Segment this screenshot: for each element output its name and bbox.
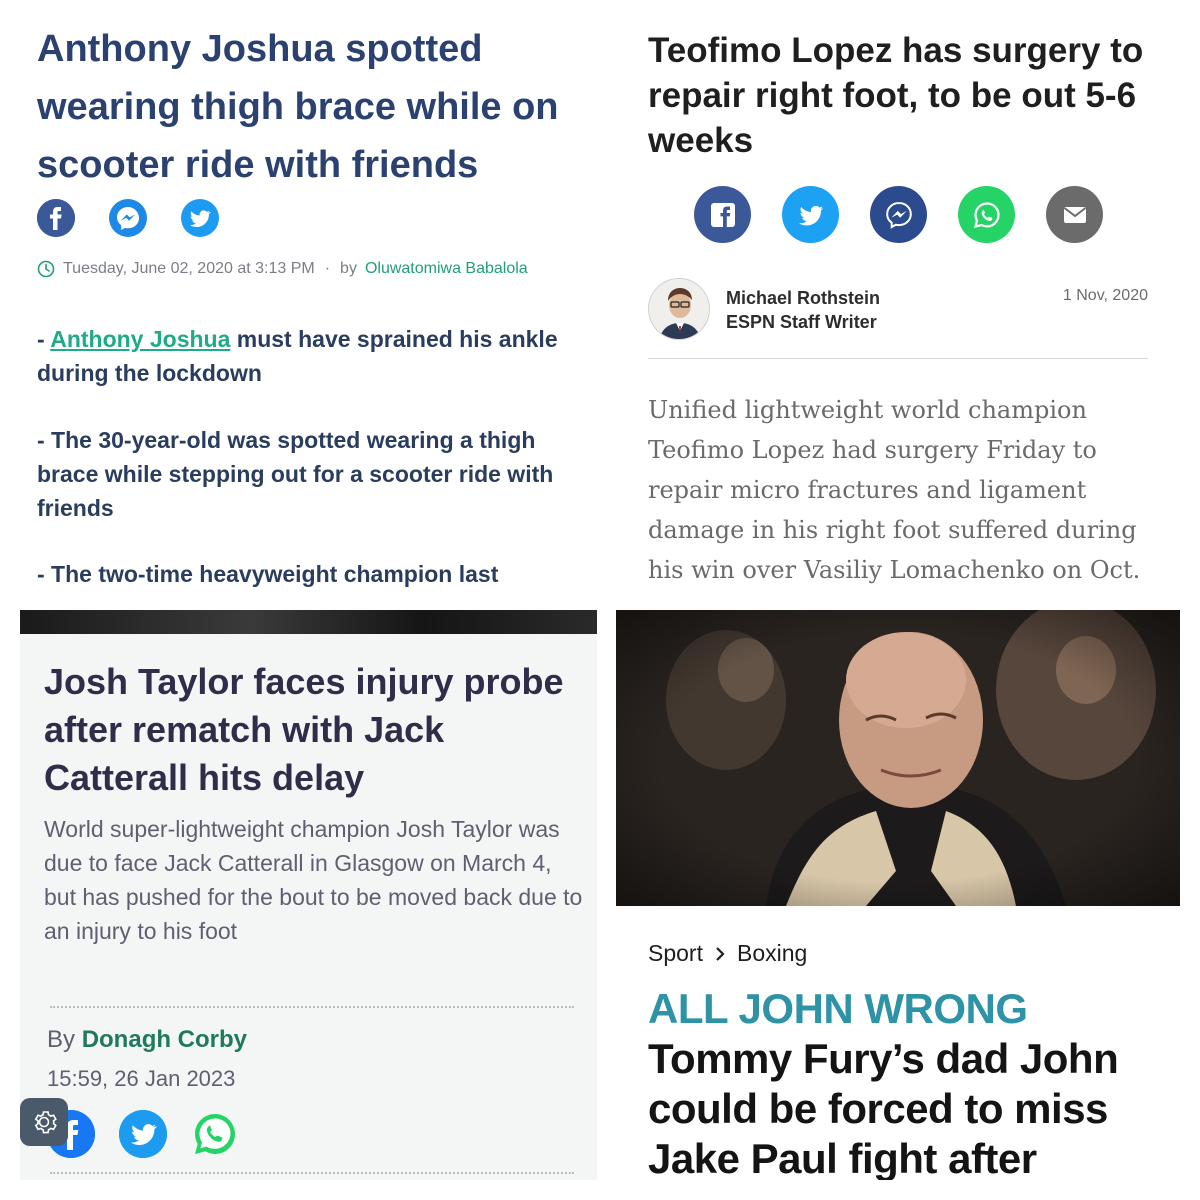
settings-button[interactable] (20, 1098, 68, 1146)
share-bar (37, 199, 219, 237)
article-standfirst: World super-lightweight champion Josh Ta… (44, 816, 583, 944)
author-name[interactable]: Michael Rothstein (726, 286, 880, 310)
article-headline[interactable]: ALL JOHN WRONG Tommy Fury’s dad John cou… (648, 984, 1168, 1180)
breadcrumb: Sport Boxing (648, 940, 807, 967)
author-avatar[interactable] (648, 278, 710, 340)
publish-timestamp: 15:59, 26 Jan 2023 (47, 1066, 236, 1091)
by-label: By (47, 1026, 76, 1053)
headline-kicker: ALL JOHN WRONG (648, 985, 1028, 1032)
whatsapp-icon[interactable] (958, 186, 1015, 243)
article-panel-taylor: Josh Taylor faces injury probe after rem… (20, 610, 597, 1180)
article-headline[interactable]: Anthony Joshua spotted wearing thigh bra… (37, 20, 582, 194)
whatsapp-icon[interactable] (191, 1110, 239, 1158)
separator-dot: · (324, 260, 331, 277)
author-byline: Michael Rothstein ESPN Staff Writer (726, 286, 880, 334)
headline-text: Tommy Fury’s dad John could be forced to… (648, 1035, 1119, 1180)
share-bar (694, 186, 1103, 243)
breadcrumb-sport[interactable]: Sport (648, 940, 703, 967)
dotted-divider-bottom (50, 1172, 574, 1174)
article-headline[interactable]: Teofimo Lopez has surgery to repair righ… (648, 28, 1168, 163)
messenger-icon[interactable] (870, 186, 927, 243)
clock-icon (37, 260, 55, 278)
article-meta: Tuesday, June 02, 2020 at 3:13 PM · by O… (37, 260, 528, 278)
article-panel-joshua: Anthony Joshua spotted wearing thigh bra… (20, 20, 598, 590)
publish-date: Tuesday, June 02, 2020 at 3:13 PM (63, 260, 315, 277)
twitter-icon[interactable] (181, 199, 219, 237)
messenger-icon[interactable] (109, 199, 147, 237)
twitter-icon[interactable] (782, 186, 839, 243)
share-bar (47, 1110, 239, 1158)
twitter-icon[interactable] (119, 1110, 167, 1158)
author-title: ESPN Staff Writer (726, 312, 877, 332)
article-headline[interactable]: Josh Taylor faces injury probe after rem… (44, 658, 574, 802)
header-image (20, 610, 597, 634)
anthony-joshua-link[interactable]: Anthony Joshua (50, 326, 230, 352)
dotted-divider (50, 1006, 574, 1008)
by-label: by (340, 260, 357, 277)
divider (648, 358, 1148, 359)
publish-date: 1 Nov, 2020 (1062, 287, 1148, 304)
gear-icon (34, 1111, 57, 1134)
breadcrumb-boxing[interactable]: Boxing (737, 940, 807, 967)
author-link[interactable]: Donagh Corby (82, 1026, 247, 1053)
facebook-icon[interactable] (694, 186, 751, 243)
bullet-prefix: - (37, 326, 51, 352)
article-panel-lopez: Teofimo Lopez has surgery to repair righ… (616, 20, 1180, 590)
author-link[interactable]: Oluwatomiwa Babalola (365, 260, 528, 278)
article-panel-fury: Sport Boxing ALL JOHN WRONG Tommy Fury’s… (616, 610, 1180, 1180)
summary-bullet-2: - The 30-year-old was spotted wearing a … (37, 427, 554, 521)
facebook-icon[interactable] (37, 199, 75, 237)
summary-bullet-1: - Anthony Joshua must have sprained his … (37, 322, 587, 390)
article-body: Unified lightweight world champion Teofi… (648, 396, 1141, 584)
article-photo[interactable] (616, 610, 1180, 906)
author-byline: By Donagh Corby (47, 1026, 247, 1054)
email-icon[interactable] (1046, 186, 1103, 243)
chevron-right-icon (716, 946, 725, 961)
summary-bullet-3: - The two-time heavyweight champion last (37, 561, 499, 587)
